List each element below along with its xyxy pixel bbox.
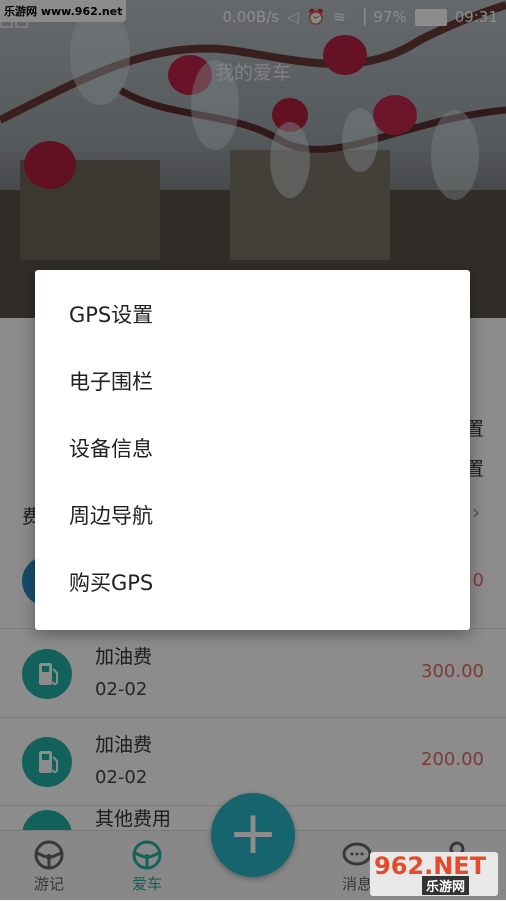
menu-item-gps-settings[interactable]: GPS设置 bbox=[35, 282, 470, 349]
menu-item-device-info[interactable]: 设备信息 bbox=[35, 416, 470, 483]
watermark-logo: 962.NET 乐游网 bbox=[370, 852, 498, 896]
logo-subtext: 乐游网 bbox=[422, 876, 470, 895]
menu-item-buy-gps[interactable]: 购买GPS bbox=[35, 550, 470, 617]
menu-item-nearby-navigation[interactable]: 周边导航 bbox=[35, 483, 470, 550]
options-menu: GPS设置 电子围栏 设备信息 周边导航 购买GPS bbox=[35, 270, 470, 630]
menu-item-geofence[interactable]: 电子围栏 bbox=[35, 349, 470, 416]
